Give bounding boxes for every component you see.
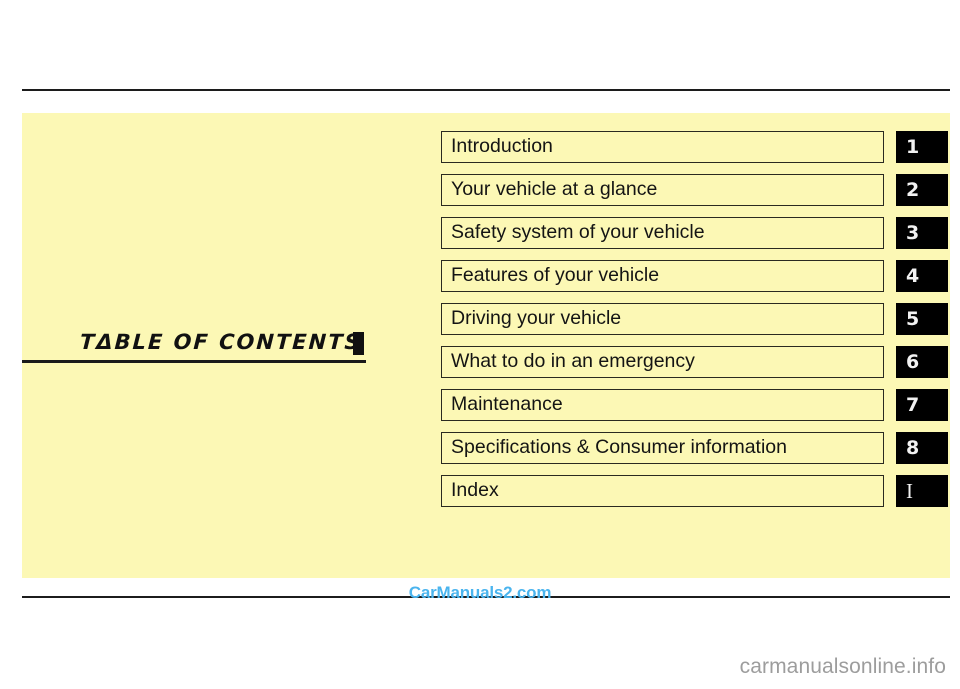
page-top-rule (22, 89, 950, 91)
chapter-badge-1[interactable]: 1 (896, 131, 948, 163)
table-row[interactable]: What to do in an emergency 6 (441, 346, 950, 378)
chapter-badge-label: 5 (906, 307, 920, 330)
contents-entry-label: Maintenance (451, 393, 563, 416)
chapter-badge-label: 6 (906, 350, 920, 373)
table-row[interactable]: Features of your vehicle 4 (441, 260, 950, 292)
chapter-badge-label: 3 (906, 221, 920, 244)
contents-entry-safety-system-of-your-vehicle[interactable]: Safety system of your vehicle (441, 217, 884, 249)
chapter-badge-3[interactable]: 3 (896, 217, 948, 249)
contents-entry-driving-your-vehicle[interactable]: Driving your vehicle (441, 303, 884, 335)
contents-entry-label: Safety system of your vehicle (451, 221, 705, 244)
chapter-badge-5[interactable]: 5 (896, 303, 948, 335)
contents-entry-label: What to do in an emergency (451, 350, 695, 373)
contents-entry-index[interactable]: Index (441, 475, 884, 507)
table-row[interactable]: Specifications & Consumer information 8 (441, 432, 950, 464)
contents-entry-specifications-and-consumer-information[interactable]: Specifications & Consumer information (441, 432, 884, 464)
contents-list: Introduction 1 Your vehicle at a glance … (441, 131, 950, 507)
contents-entry-what-to-do-in-an-emergency[interactable]: What to do in an emergency (441, 346, 884, 378)
contents-entry-label: Your vehicle at a glance (451, 178, 658, 201)
contents-entry-label: Driving your vehicle (451, 307, 622, 330)
contents-entry-label: Introduction (451, 135, 553, 158)
heading-underline (22, 360, 366, 363)
contents-entry-features-of-your-vehicle[interactable]: Features of your vehicle (441, 260, 884, 292)
table-row[interactable]: Your vehicle at a glance 2 (441, 174, 950, 206)
chapter-badge-label: 2 (906, 178, 920, 201)
chapter-badge-2[interactable]: 2 (896, 174, 948, 206)
contents-entry-label: Index (451, 479, 499, 502)
chapter-badge-label: 7 (906, 393, 920, 416)
table-row[interactable]: Safety system of your vehicle 3 (441, 217, 950, 249)
heading-block-marker-icon (353, 332, 364, 355)
table-of-contents-heading-text: TΔBLE OF CONTENTS (79, 330, 363, 354)
chapter-badge-7[interactable]: 7 (896, 389, 948, 421)
contents-entry-label: Specifications & Consumer information (451, 436, 787, 459)
chapter-badge-8[interactable]: 8 (896, 432, 948, 464)
contents-entry-maintenance[interactable]: Maintenance (441, 389, 884, 421)
table-row[interactable]: Introduction 1 (441, 131, 950, 163)
chapter-badge-label: I (906, 478, 913, 503)
watermark-carmanuals2: CarManuals2.com (408, 583, 552, 602)
chapter-badge-label: 1 (906, 135, 920, 158)
contents-entry-label: Features of your vehicle (451, 264, 660, 287)
contents-panel: TΔBLE OF CONTENTS Introduction 1 Your ve… (22, 113, 950, 578)
chapter-badge-label: 8 (906, 436, 920, 459)
table-row[interactable]: Driving your vehicle 5 (441, 303, 950, 335)
contents-entry-your-vehicle-at-a-glance[interactable]: Your vehicle at a glance (441, 174, 884, 206)
chapter-badge-6[interactable]: 6 (896, 346, 948, 378)
chapter-badge-index[interactable]: I (896, 475, 948, 507)
table-row[interactable]: Index I (441, 475, 950, 507)
chapter-badge-4[interactable]: 4 (896, 260, 948, 292)
table-row[interactable]: Maintenance 7 (441, 389, 950, 421)
table-of-contents-heading: TΔBLE OF CONTENTS (22, 313, 388, 363)
page-bottom-rule (22, 596, 950, 598)
contents-entry-introduction[interactable]: Introduction (441, 131, 884, 163)
watermark-carmanualsonline: carmanualsonline.info (739, 655, 946, 678)
chapter-badge-label: 4 (906, 264, 920, 287)
